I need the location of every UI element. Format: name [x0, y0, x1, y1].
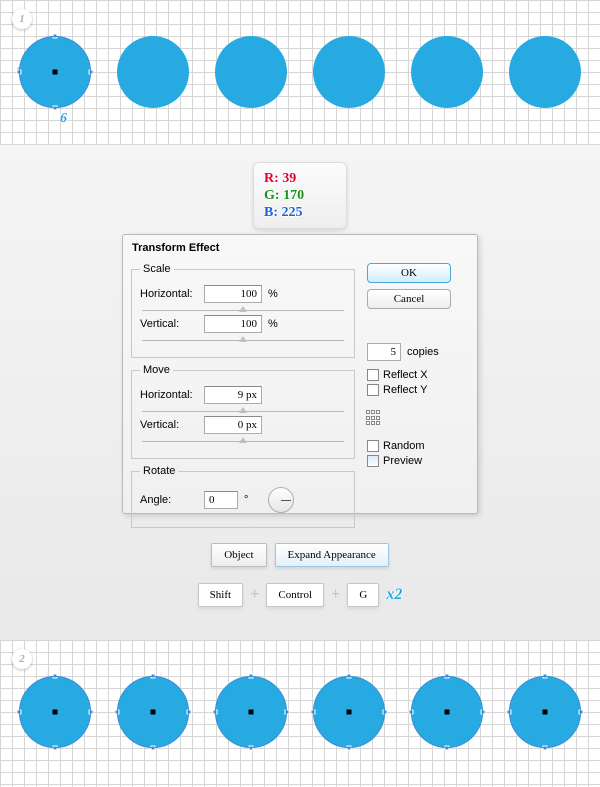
- width-label: 6: [60, 112, 67, 126]
- scale-h-slider[interactable]: [142, 310, 344, 311]
- move-v-label: Vertical:: [140, 419, 198, 431]
- preview-label: Preview: [383, 455, 422, 467]
- step1-panel: 1 6 6: [0, 0, 600, 145]
- circle-shape[interactable]: [411, 676, 483, 748]
- reflect-y-label: Reflect Y: [383, 384, 427, 396]
- plus-icon: +: [250, 586, 259, 604]
- rgb-r-label: R:: [264, 170, 279, 187]
- scale-v-input[interactable]: [204, 315, 262, 333]
- rgb-g-value: 170: [283, 187, 304, 204]
- circle-shape[interactable]: [313, 676, 385, 748]
- step-badge-1: 1: [12, 9, 32, 29]
- key-g: G: [347, 583, 379, 607]
- move-h-input[interactable]: [204, 386, 262, 404]
- transform-effect-dialog: Transform Effect Scale Horizontal: % Ver…: [122, 234, 478, 514]
- angle-label: Angle:: [140, 494, 198, 506]
- reflect-x-checkbox[interactable]: [367, 369, 379, 381]
- object-menu-button[interactable]: Object: [211, 543, 266, 567]
- circle-shape[interactable]: [19, 676, 91, 748]
- scale-h-label: Horizontal:: [140, 288, 198, 300]
- rotate-legend: Rotate: [140, 465, 178, 477]
- angle-input[interactable]: [204, 491, 238, 509]
- dialog-title: Transform Effect: [123, 235, 477, 262]
- scale-h-input[interactable]: [204, 285, 262, 303]
- rgb-g-label: G:: [264, 187, 280, 204]
- circle-shape[interactable]: [509, 36, 581, 108]
- move-group: Move Horizontal: Vertical:: [131, 364, 355, 459]
- circle-shape[interactable]: [215, 676, 287, 748]
- move-h-label: Horizontal:: [140, 389, 198, 401]
- key-control: Control: [266, 583, 324, 607]
- rgb-r-value: 39: [282, 170, 296, 187]
- scale-v-slider[interactable]: [142, 340, 344, 341]
- step2-panel: 2: [0, 640, 600, 787]
- cancel-button[interactable]: Cancel: [367, 289, 451, 309]
- scale-legend: Scale: [140, 263, 174, 275]
- copies-input[interactable]: [367, 343, 401, 361]
- random-label: Random: [383, 440, 425, 452]
- move-h-slider[interactable]: [142, 411, 344, 412]
- circle-shape[interactable]: [411, 36, 483, 108]
- circle-shape[interactable]: [19, 36, 91, 108]
- times-two-label: x2: [386, 586, 402, 604]
- circles-row-2: [0, 676, 600, 748]
- circle-shape[interactable]: [509, 676, 581, 748]
- angle-unit: °: [244, 494, 262, 506]
- preview-checkbox[interactable]: [367, 455, 379, 467]
- move-v-input[interactable]: [204, 416, 262, 434]
- circle-shape[interactable]: [117, 676, 189, 748]
- circles-row-1: [0, 36, 600, 108]
- scale-v-unit: %: [268, 318, 286, 330]
- plus-icon: +: [331, 586, 340, 604]
- random-checkbox[interactable]: [367, 440, 379, 452]
- copies-label: copies: [407, 346, 439, 358]
- step-badge-2: 2: [12, 649, 32, 669]
- scale-group: Scale Horizontal: % Vertical: %: [131, 263, 355, 358]
- scale-h-unit: %: [268, 288, 286, 300]
- key-shift: Shift: [198, 583, 243, 607]
- angle-dial-icon[interactable]: [268, 487, 294, 513]
- scale-v-label: Vertical:: [140, 318, 198, 330]
- circle-shape[interactable]: [117, 36, 189, 108]
- ok-button[interactable]: OK: [367, 263, 451, 283]
- reflect-y-checkbox[interactable]: [367, 384, 379, 396]
- color-values-card: R: 39 G: 170 B: 225: [253, 162, 347, 229]
- registration-point-icon[interactable]: [366, 410, 382, 426]
- move-legend: Move: [140, 364, 173, 376]
- menu-row: Object Expand Appearance: [0, 543, 600, 567]
- rgb-b-value: 225: [282, 204, 303, 221]
- circle-shape[interactable]: [313, 36, 385, 108]
- shortcut-row: Shift + Control + G x2: [0, 583, 600, 607]
- expand-appearance-button[interactable]: Expand Appearance: [275, 543, 389, 567]
- reflect-x-label: Reflect X: [383, 369, 428, 381]
- circle-shape[interactable]: [215, 36, 287, 108]
- rotate-group: Rotate Angle: °: [131, 465, 355, 528]
- move-v-slider[interactable]: [142, 441, 344, 442]
- rgb-b-label: B:: [264, 204, 278, 221]
